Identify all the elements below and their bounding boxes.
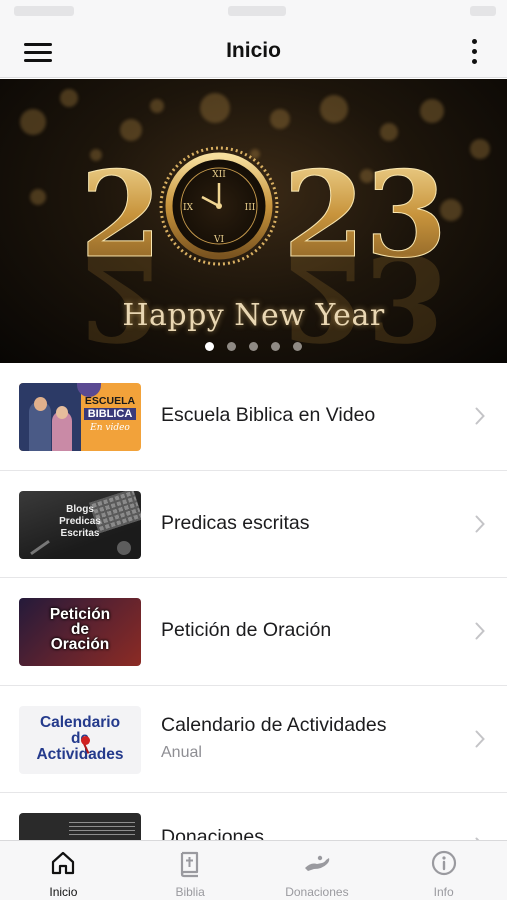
tab-inicio[interactable]: Inicio [0, 841, 127, 900]
calendario-thumbnail: Calendario de Actividades [19, 705, 141, 774]
chevron-right-icon [475, 407, 485, 425]
carousel-dot-3[interactable] [249, 342, 258, 351]
list-item-title: Predicas escritas [161, 511, 310, 534]
list-item-title: Petición de Oración [161, 619, 332, 641]
peticion-oracion-thumbnail: Petición de Oración [19, 598, 141, 666]
list-item-calendario[interactable]: Calendario de Actividades Calendario de … [0, 686, 507, 793]
chevron-right-icon [475, 730, 485, 747]
thumb-text: BIBLICA [83, 408, 137, 420]
svg-text:VI: VI [213, 235, 224, 245]
navigation-bar: Inicio [0, 26, 507, 78]
banner-carousel[interactable]: 2 XII III VI IX 23 2 23 Happy New Year [0, 79, 507, 363]
carrier-signal [14, 6, 74, 16]
svg-text:IX: IX [183, 203, 194, 213]
donation-hand-icon [304, 855, 330, 871]
chevron-right-icon [475, 622, 485, 640]
thumb-text: En video [90, 423, 130, 433]
list-item-peticion-oracion[interactable]: Petición de Oración Petición de Oración [0, 578, 507, 686]
chevron-right-icon [475, 515, 485, 532]
donaciones-thumbnail [19, 813, 141, 840]
thumb-text: Oración [50, 636, 110, 653]
carousel-pagination [0, 342, 507, 351]
clock-icon: XII III VI IX [159, 146, 279, 266]
info-icon [431, 850, 456, 876]
battery-icon [470, 6, 496, 16]
svg-text:III: III [245, 203, 256, 213]
carousel-dot-4[interactable] [271, 342, 280, 351]
predicas-escritas-thumbnail: Blogs Predicas Escritas [19, 490, 141, 559]
banner-caption: Happy New Year [122, 298, 385, 333]
carousel-dot-2[interactable] [227, 342, 236, 351]
list-item-subtitle: Anual [161, 743, 202, 761]
pushpin-icon [81, 735, 90, 745]
home-icon [52, 851, 75, 875]
carousel-dot-1[interactable] [205, 342, 214, 351]
thumb-text: ESCUELA [84, 395, 136, 407]
menu-list: ESCUELA BIBLICA En video Escuela Biblica… [0, 363, 507, 840]
tab-label: Info [433, 885, 454, 899]
thumb-text: Predicas [59, 515, 101, 527]
page-title: Inicio [226, 39, 281, 62]
tab-label: Inicio [49, 885, 78, 899]
tab-info[interactable]: Info [380, 841, 507, 900]
tab-label: Biblia [175, 885, 205, 899]
thumb-text: Escritas [60, 527, 100, 539]
status-bar [0, 0, 507, 26]
status-time [228, 6, 286, 16]
bible-icon [181, 851, 199, 878]
svg-text:XII: XII [212, 170, 226, 180]
thumb-text: Blogs [66, 503, 94, 515]
escuela-biblica-thumbnail: ESCUELA BIBLICA En video [19, 383, 141, 451]
thumb-text: Calendario [39, 713, 121, 731]
tab-donaciones[interactable]: Donaciones [254, 841, 381, 900]
thumb-text: Actividades [36, 745, 124, 763]
tab-biblia[interactable]: Biblia [127, 841, 254, 900]
tab-bar: Inicio Biblia Donaciones Info [0, 840, 507, 900]
carousel-dot-5[interactable] [293, 342, 302, 351]
list-item-title: Calendario de Actividades [161, 713, 387, 736]
list-item-predicas-escritas[interactable]: Blogs Predicas Escritas Predicas escrita… [0, 471, 507, 578]
list-item-donaciones[interactable]: Donaciones [0, 793, 507, 840]
more-vertical-icon[interactable] [471, 39, 479, 67]
list-item-title: Escuela Biblica en Video [161, 404, 376, 426]
list-item-title: Donaciones [161, 826, 264, 840]
list-item-escuela-biblica[interactable]: ESCUELA BIBLICA En video Escuela Biblica… [0, 363, 507, 471]
tab-label: Donaciones [285, 885, 349, 899]
